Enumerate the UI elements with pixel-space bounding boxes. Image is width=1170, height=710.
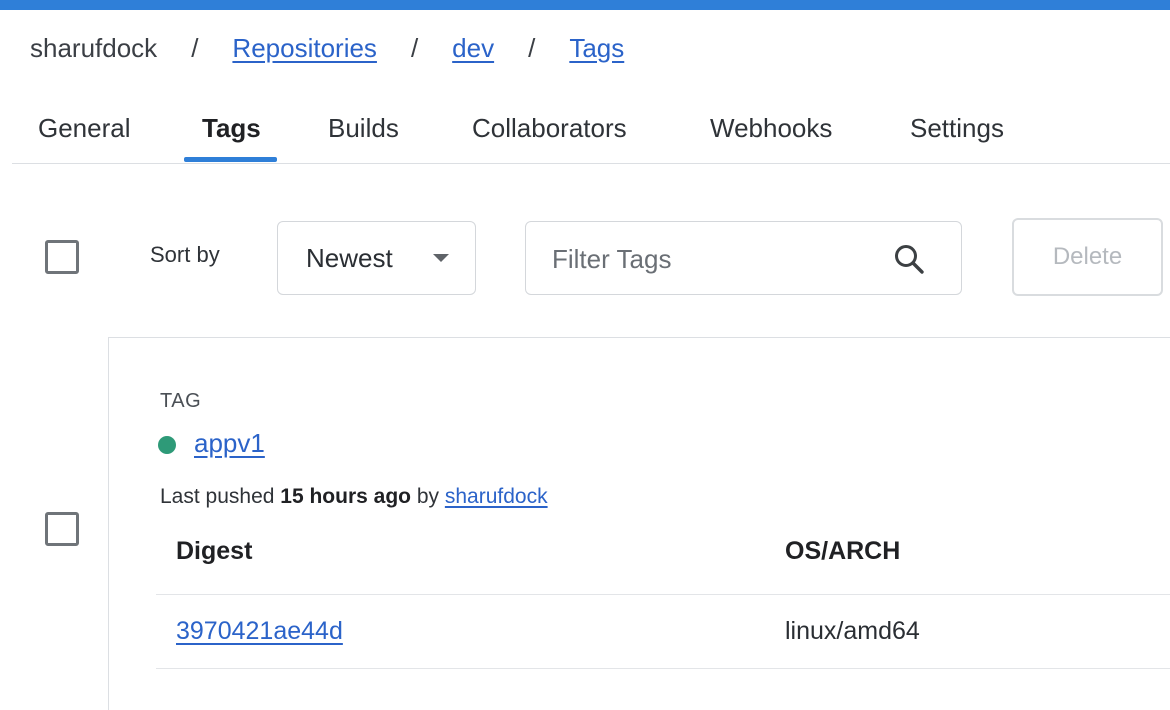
digest-link[interactable]: 3970421ae44d: [176, 617, 343, 645]
sort-select[interactable]: Newest: [277, 221, 476, 295]
table-row-os-arch: linux/amd64: [785, 617, 920, 645]
column-header-digest: Digest: [176, 537, 253, 565]
last-pushed-prefix: Last pushed: [160, 485, 275, 508]
tab-webhooks[interactable]: Webhooks: [710, 108, 832, 162]
chevron-down-icon: [433, 254, 449, 262]
select-all-checkbox[interactable]: [45, 240, 79, 274]
tab-settings[interactable]: Settings: [910, 108, 1004, 162]
last-pushed-time: 15 hours ago: [280, 485, 411, 508]
breadcrumb-owner[interactable]: sharufdock: [30, 33, 157, 64]
breadcrumb-link-tags[interactable]: Tags: [569, 33, 624, 64]
filter-tags-field[interactable]: [525, 221, 962, 295]
breadcrumb-separator: /: [191, 32, 199, 63]
search-icon[interactable]: [892, 242, 926, 276]
repository-tabs: General Tags Builds Collaborators Webhoo…: [12, 100, 1170, 164]
breadcrumb-separator: /: [528, 32, 536, 63]
tag-row-checkbox[interactable]: [45, 512, 79, 546]
table-row-digest: 3970421ae44d: [176, 617, 343, 646]
sort-by-label: Sort by: [150, 242, 220, 267]
breadcrumb-separator: /: [410, 32, 419, 63]
breadcrumb-link-repositories[interactable]: Repositories: [232, 33, 377, 64]
tab-general[interactable]: General: [38, 108, 131, 162]
tab-tags[interactable]: Tags: [184, 108, 277, 162]
tag-heading: TAG: [160, 390, 202, 412]
column-header-os-arch: OS/ARCH: [785, 537, 901, 565]
tab-collaborators[interactable]: Collaborators: [472, 108, 627, 162]
delete-button[interactable]: Delete: [1012, 218, 1163, 296]
tag-card: [108, 337, 1170, 710]
table-divider: [156, 668, 1170, 669]
top-accent-bar: [0, 0, 1170, 10]
filter-tags-input[interactable]: [552, 240, 872, 278]
pushed-by-user-link[interactable]: sharufdock: [445, 485, 548, 508]
table-divider: [156, 594, 1170, 595]
tag-name-link[interactable]: appv1: [194, 428, 265, 459]
breadcrumb: sharufdock / Repositories / dev / Tags: [30, 30, 624, 66]
last-pushed-info: Last pushed 15 hours ago by sharufdock: [160, 485, 548, 509]
last-pushed-by-word: by: [416, 485, 440, 508]
sort-select-value: Newest: [306, 243, 393, 273]
tab-builds[interactable]: Builds: [328, 108, 399, 162]
tag-status-dot: [158, 436, 176, 454]
breadcrumb-link-dev[interactable]: dev: [452, 33, 494, 64]
